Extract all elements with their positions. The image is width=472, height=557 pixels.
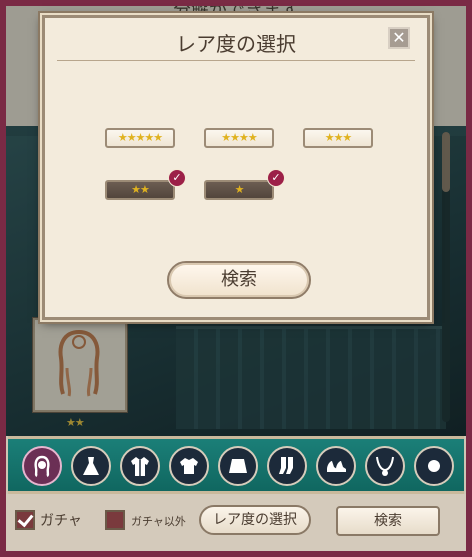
- category-necklace-button[interactable]: [365, 446, 405, 486]
- category-dress-button[interactable]: [71, 446, 111, 486]
- rarity-1-button[interactable]: ★: [204, 180, 274, 200]
- accessory-icon: [428, 460, 440, 472]
- dialog-divider: [57, 60, 415, 61]
- category-accessory-button[interactable]: [414, 446, 454, 486]
- close-button[interactable]: ✕: [388, 27, 410, 49]
- rarity-3-button[interactable]: ★★★: [303, 128, 373, 148]
- non-gacha-label: ガチャ以外: [131, 515, 186, 528]
- rarity-2-check-icon: ✓: [168, 169, 186, 187]
- category-coat-button[interactable]: [120, 446, 160, 486]
- category-bottom-button[interactable]: [218, 446, 258, 486]
- rarity-1-check-icon: ✓: [267, 169, 285, 187]
- hair-icon: [34, 455, 50, 478]
- rarity-select-dialog: レア度の選択 ✕ ★★★★★ ★★★★ ★★★ ★★ ✓ ★ ✓ 検索: [42, 15, 430, 320]
- rarity-4-button[interactable]: ★★★★: [204, 128, 274, 148]
- coat-icon: [131, 457, 149, 476]
- non-gacha-checkbox[interactable]: [105, 510, 125, 530]
- dress-icon: [83, 457, 99, 475]
- gacha-checkbox[interactable]: [15, 510, 35, 530]
- rarity-5-button[interactable]: ★★★★★: [105, 128, 175, 148]
- necklace-icon: [376, 456, 394, 476]
- shoes-icon: [327, 461, 346, 472]
- bottom-icon: [229, 459, 247, 473]
- category-hair-button[interactable]: [22, 446, 62, 486]
- top-icon: [180, 458, 198, 474]
- dialog-title: レア度の選択: [176, 32, 296, 56]
- dialog-search-button[interactable]: 検索: [167, 261, 311, 299]
- socks-icon: [279, 457, 293, 474]
- search-button[interactable]: 検索: [336, 506, 440, 536]
- rarity-2-button[interactable]: ★★: [105, 180, 175, 200]
- category-bar: [8, 436, 464, 494]
- rarity-select-button[interactable]: レア度の選択: [199, 505, 311, 535]
- gacha-label: ガチャ: [40, 513, 82, 529]
- category-top-button[interactable]: [169, 446, 209, 486]
- category-socks-button[interactable]: [267, 446, 307, 486]
- category-shoes-button[interactable]: [316, 446, 356, 486]
